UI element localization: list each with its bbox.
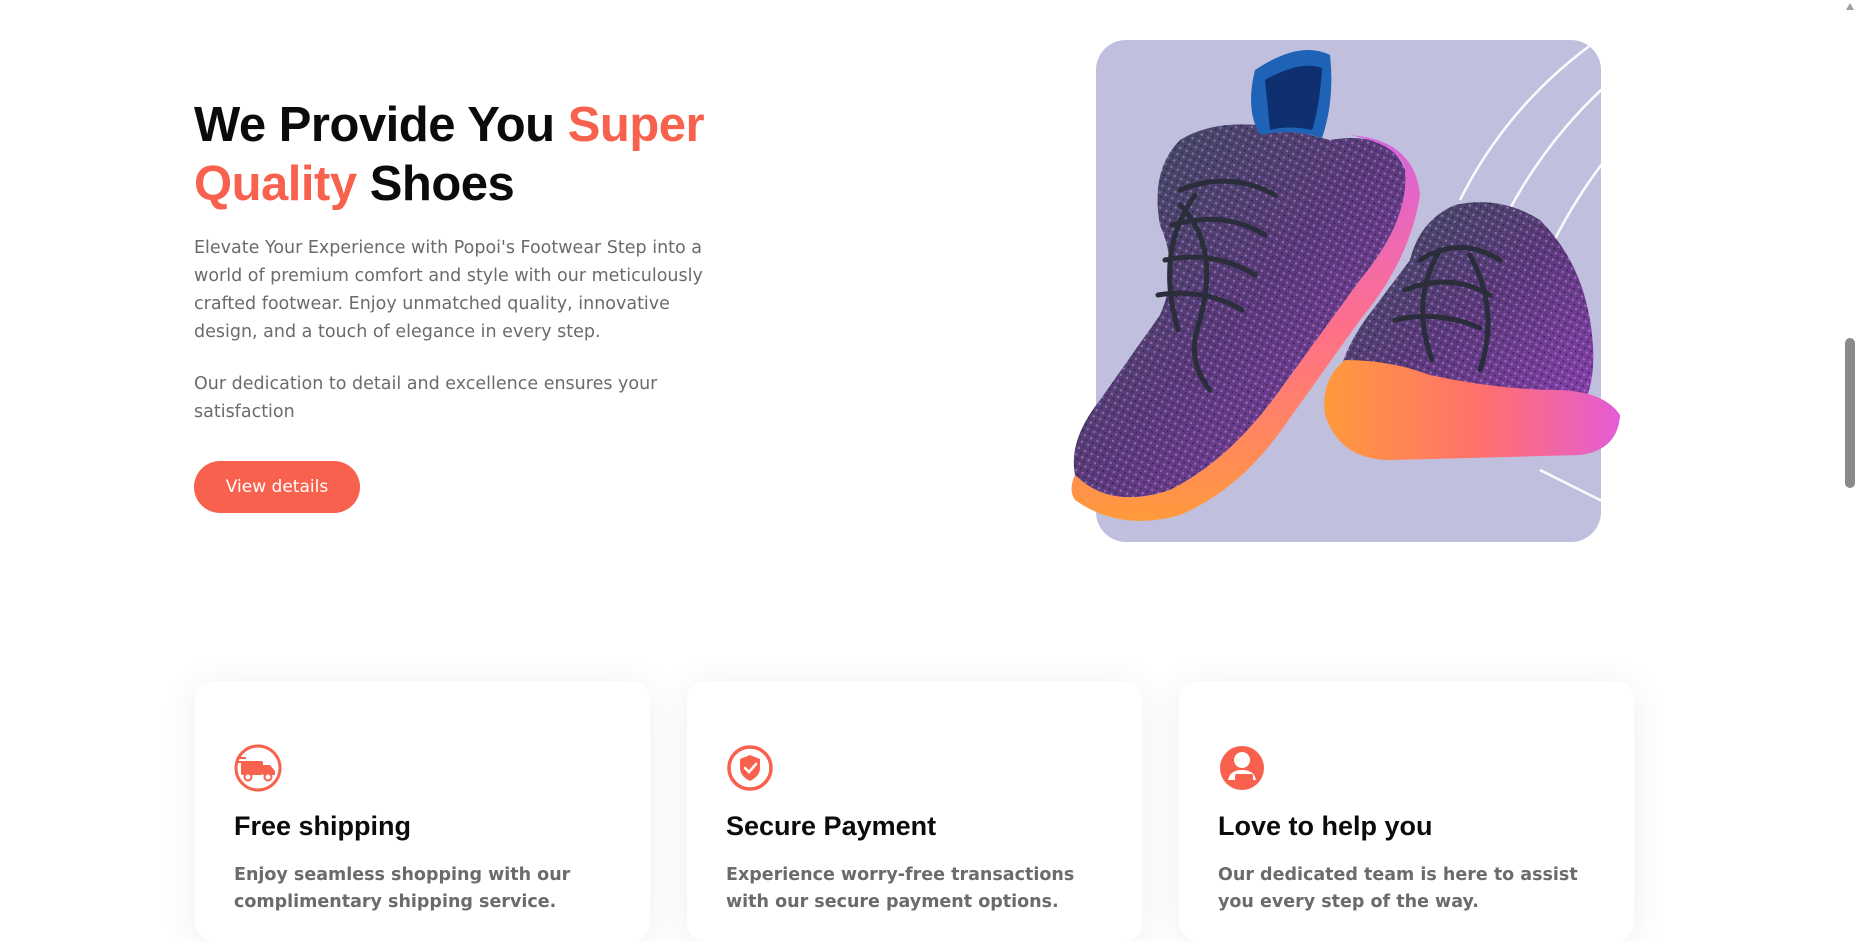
feature-title: Secure Payment — [726, 811, 937, 841]
feature-card-love-to-help: Love to help you Our dedicated team is h… — [1179, 681, 1634, 941]
support-agent-icon — [1220, 746, 1264, 790]
hero-title-part1: We Provide You — [194, 98, 568, 152]
view-details-button[interactable]: View details — [194, 461, 360, 513]
hero-title: We Provide You Super Quality Shoes — [194, 96, 714, 214]
hero-description-secondary: Our dedication to detail and excellence … — [194, 374, 658, 422]
sneakers-illustration — [1071, 40, 1620, 542]
hero-title-part2: Shoes — [356, 157, 515, 211]
scroll-up-arrow-icon[interactable] — [1846, 3, 1854, 10]
feature-text: Experience worry-free transactions with … — [726, 865, 1075, 912]
feature-card-free-shipping: Free shipping Enjoy seamless shopping wi… — [195, 681, 650, 941]
vertical-scrollbar[interactable] — [1842, 0, 1858, 917]
hero-title-accent2: Quality — [194, 157, 357, 211]
hero-sneakers-image — [1060, 20, 1640, 550]
feature-text: Our dedicated team is here to assist you… — [1218, 865, 1578, 912]
feature-card-secure-payment: Secure Payment Experience worry-free tra… — [687, 681, 1142, 941]
hero-title-accent1: Super — [567, 98, 705, 152]
scrollbar-thumb[interactable] — [1845, 338, 1855, 488]
shield-check-icon — [727, 745, 773, 791]
feature-title: Free shipping — [234, 811, 412, 841]
hero-description: Elevate Your Experience with Popoi's Foo… — [194, 238, 703, 342]
feature-text: Enjoy seamless shopping with our complim… — [234, 865, 571, 912]
feature-title: Love to help you — [1218, 811, 1433, 841]
hero-text-block: We Provide You Super Quality Shoes Elevat… — [194, 96, 714, 426]
delivery-truck-icon — [234, 744, 282, 792]
